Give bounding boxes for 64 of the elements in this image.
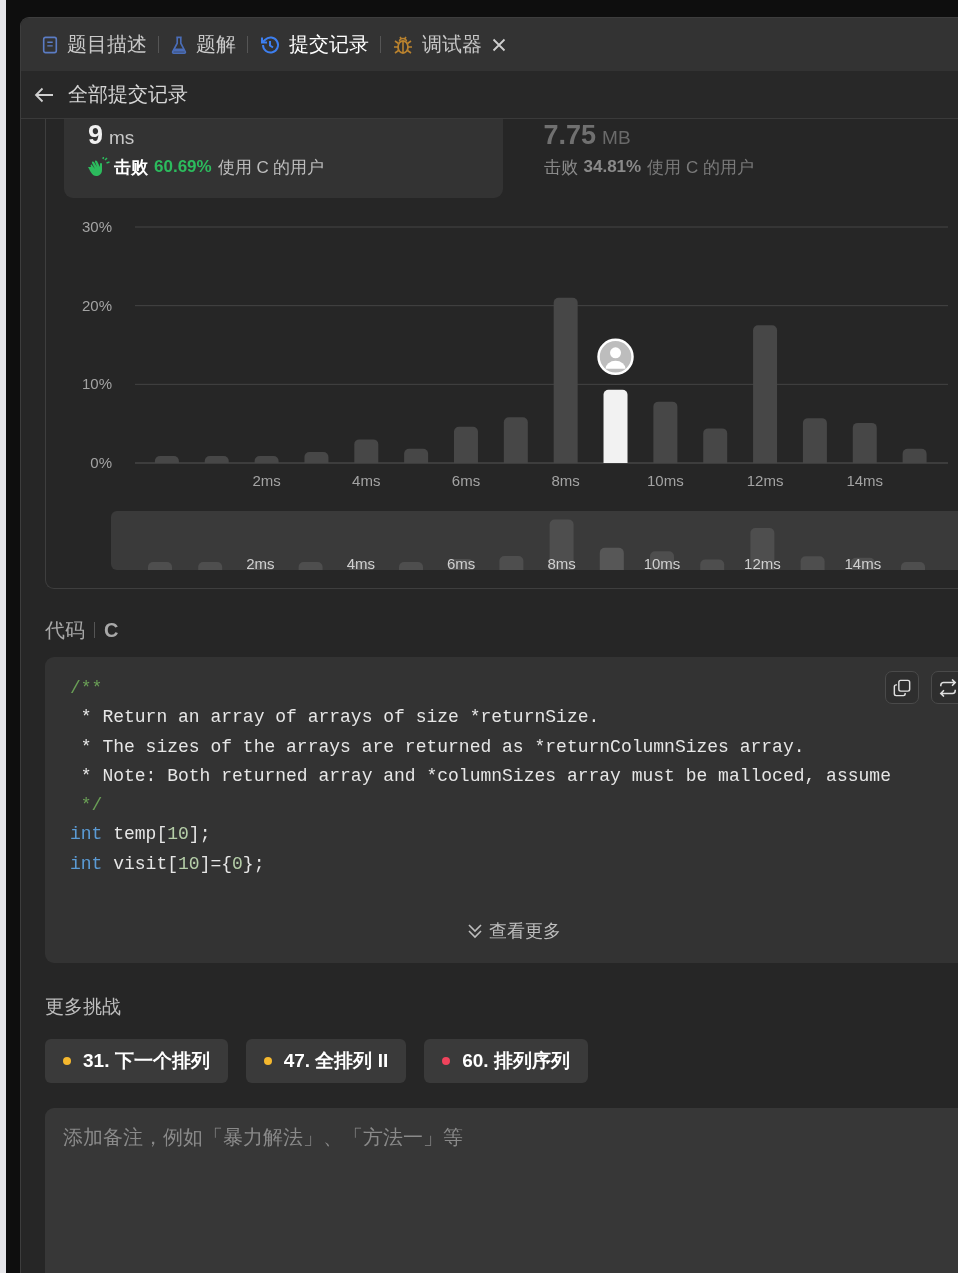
hand-icon bbox=[88, 157, 110, 177]
tab[interactable]: 题解 bbox=[170, 31, 236, 58]
stat-card[interactable]: 9 ms 击败 60.69% 使用 C 的用户 bbox=[64, 119, 503, 198]
copy-button[interactable] bbox=[885, 671, 919, 704]
stat-unit: ms bbox=[109, 127, 135, 149]
problem-chip[interactable]: 60. 排列序列 bbox=[424, 1039, 588, 1084]
history-icon bbox=[259, 33, 281, 56]
code-line: * Note: Both returned array and *columnSizes array must be malloced, assume bbox=[79, 764, 891, 788]
beat-percent: 34.81% bbox=[583, 157, 642, 177]
avatar-icon bbox=[597, 338, 634, 376]
x-axis-label: 4ms bbox=[352, 472, 381, 489]
y-axis-label: 30% bbox=[81, 218, 112, 235]
beat-label: 击败 bbox=[114, 156, 148, 179]
note-field[interactable]: 添加备注，例如「暴力解法」、「方法一」等 bbox=[45, 1108, 958, 1273]
stat-value: 9 bbox=[88, 119, 104, 151]
tab[interactable]: 题目描述 bbox=[41, 31, 147, 58]
stat-value: 7.75 bbox=[543, 119, 597, 151]
x-axis-label: 10ms bbox=[647, 472, 684, 489]
double-chevron-icon bbox=[467, 923, 483, 940]
close-icon[interactable] bbox=[492, 37, 506, 52]
y-axis-label: 0% bbox=[90, 454, 112, 471]
axis-label: 14ms bbox=[844, 555, 882, 570]
y-axis-label: 20% bbox=[81, 296, 112, 314]
x-axis-label: 12ms bbox=[746, 472, 784, 489]
document-icon bbox=[41, 34, 59, 55]
swap-arrows-icon bbox=[939, 678, 957, 697]
stat-card[interactable]: 7.75 MB 击败 34.81% 使用 C 的用户 bbox=[543, 119, 958, 198]
swap-button[interactable] bbox=[931, 671, 958, 704]
axis-label: 12ms bbox=[744, 555, 781, 570]
section-title: 更多挑战 bbox=[45, 995, 122, 1017]
code-line: */ bbox=[79, 794, 103, 818]
y-axis-label: 10% bbox=[81, 375, 112, 393]
section-title: 代码 bbox=[45, 617, 85, 643]
language-label: C bbox=[104, 618, 119, 642]
beat-percent: 60.69% bbox=[154, 157, 212, 177]
beat-caption: 使用 C 的用户 bbox=[217, 156, 325, 179]
code-line: * The sizes of the arrays are returned as *returnColumnSizes array. bbox=[79, 735, 805, 759]
code-line: int temp[10]; bbox=[70, 823, 211, 847]
problem-chip[interactable]: 47. 全排列 II bbox=[245, 1039, 407, 1084]
copy-icon bbox=[893, 678, 911, 697]
axis-label: 10ms bbox=[643, 555, 681, 570]
back-arrow-icon[interactable] bbox=[34, 86, 54, 103]
x-axis-label: 8ms bbox=[551, 472, 580, 489]
problem-chip[interactable]: 31. 下一个排列 bbox=[45, 1039, 228, 1084]
code-line: * Return an array of arrays of size *returnSize. bbox=[79, 706, 600, 730]
stat-unit: MB bbox=[602, 127, 631, 149]
tab[interactable]: 调试器 bbox=[392, 31, 482, 58]
chart-bar[interactable] bbox=[603, 389, 628, 463]
beat-caption: 使用 C 的用户 bbox=[647, 156, 754, 179]
axis-label: 4ms bbox=[346, 555, 375, 570]
page-title: 全部提交记录 bbox=[68, 82, 188, 107]
code-line: int visit[10]={0}; bbox=[70, 852, 265, 876]
flask-icon bbox=[170, 34, 188, 55]
x-axis-label: 6ms bbox=[451, 472, 481, 489]
beat-label: 击败 bbox=[543, 156, 578, 179]
tab[interactable]: 提交记录 bbox=[259, 31, 369, 58]
x-axis-label: 2ms bbox=[252, 472, 281, 489]
axis-label: 6ms bbox=[447, 555, 476, 570]
x-axis-label: 14ms bbox=[846, 472, 884, 489]
axis-label: 8ms bbox=[547, 555, 576, 570]
range-navigator[interactable] bbox=[111, 511, 958, 570]
show-more-button[interactable]: 查看更多 bbox=[467, 919, 561, 944]
code-line: /** bbox=[70, 677, 103, 700]
axis-label: 2ms bbox=[246, 555, 275, 570]
